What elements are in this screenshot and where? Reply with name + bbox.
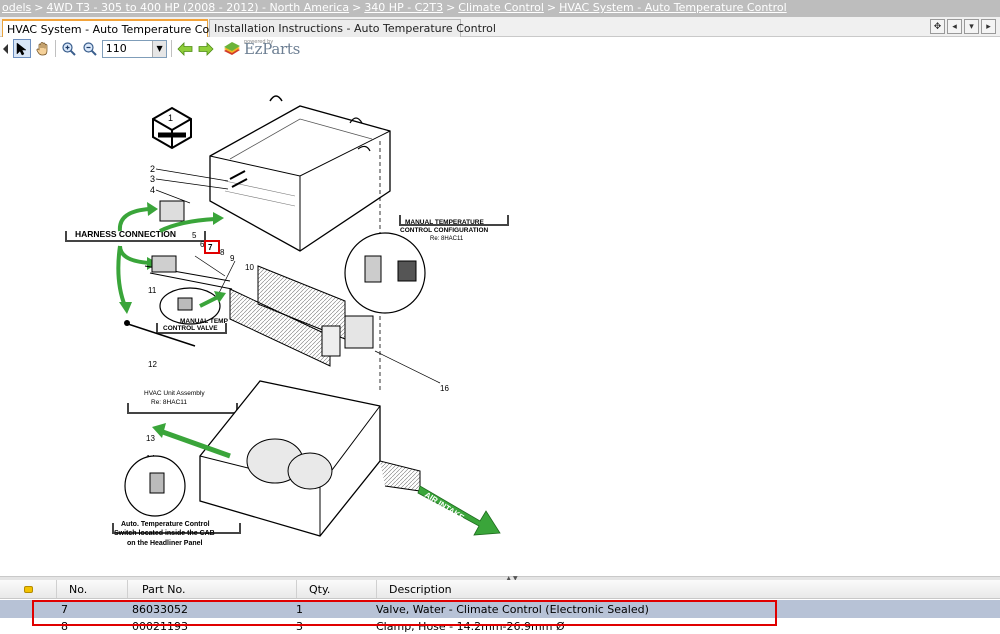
manual-config-label-line2: CONTROL CONFIGURATION bbox=[400, 227, 489, 234]
manual-valve-label-line1: MANUAL TEMP bbox=[180, 318, 229, 325]
callout-number-7[interactable]: 7 bbox=[208, 243, 213, 252]
zoom-out-button[interactable] bbox=[81, 39, 99, 58]
ezparts-powered-by: powered by bbox=[243, 38, 274, 45]
chevron-right-icon[interactable]: ▸ bbox=[981, 19, 996, 34]
cell-no: 8 bbox=[61, 619, 68, 633]
zoom-in-button[interactable] bbox=[60, 39, 78, 58]
breadcrumb-link-4wd-t3[interactable]: 4WD T3 - 305 to 400 HP (2008 - 2012) - N… bbox=[47, 1, 350, 14]
tab-hvac-system[interactable]: HVAC System - Auto Temperature Control bbox=[2, 19, 235, 37]
tab-installation-instructions[interactable]: Installation Instructions - Auto Tempera… bbox=[209, 19, 496, 37]
water-valve-part bbox=[151, 255, 177, 273]
parts-diagram[interactable]: 1 2 3 4 HARNESS CONNECTION 5 6 7 8 9 10 … bbox=[0, 61, 1000, 576]
air-intake-arrow-icon: AIR INTAKE bbox=[417, 485, 501, 536]
connector-part bbox=[159, 200, 185, 222]
exploded-view-drawing: 1 2 3 4 HARNESS CONNECTION 5 6 7 8 9 10 … bbox=[65, 95, 509, 547]
hand-icon bbox=[36, 41, 48, 55]
parts-table: No. Part No. Qty. Description 7 86033052… bbox=[0, 580, 1000, 634]
table-row[interactable]: 8 00021193 3 Clamp, Hose - 14.2mm-26.9mm… bbox=[0, 618, 1000, 634]
toolbar-scroll-left-icon[interactable] bbox=[2, 39, 10, 58]
callout-number-4[interactable]: 4 bbox=[150, 185, 155, 195]
viewer-toolbar: 110 ▼ powered by EzParts bbox=[0, 37, 300, 60]
arrow-right-icon bbox=[198, 41, 214, 56]
zoom-level-value: 110 bbox=[105, 41, 127, 55]
toolbar-divider bbox=[55, 40, 57, 57]
previous-page-button[interactable] bbox=[176, 39, 194, 58]
breadcrumb-link-climate-control[interactable]: Climate Control bbox=[458, 1, 544, 14]
assembly-cube-icon: 1 bbox=[152, 106, 192, 150]
cell-part-no: 86033052 bbox=[132, 602, 188, 616]
callout-number-16[interactable]: 16 bbox=[440, 384, 449, 393]
cell-description: Valve, Water - Climate Control (Electron… bbox=[376, 602, 649, 616]
flag-icon bbox=[23, 585, 33, 593]
breadcrumb-link-models[interactable]: odels bbox=[2, 1, 31, 14]
pan-hand-button[interactable] bbox=[34, 39, 52, 58]
cursor-arrow-icon bbox=[16, 41, 27, 55]
manual-config-label-line3: Re: 8HAC11 bbox=[430, 236, 464, 242]
cell-part-no: 00021193 bbox=[132, 619, 188, 633]
callout-number-3[interactable]: 3 bbox=[150, 174, 155, 184]
air-intake-label: AIR INTAKE bbox=[423, 490, 466, 523]
hvac-unit-drawing bbox=[199, 380, 421, 537]
switch-label-line3: on the Headliner Panel bbox=[127, 540, 203, 547]
zoom-out-icon bbox=[83, 41, 97, 56]
chevron-left-icon[interactable]: ◂ bbox=[947, 19, 962, 34]
callout-number-8[interactable]: 8 bbox=[220, 248, 225, 257]
zoom-in-icon bbox=[62, 41, 76, 56]
zoom-level-select[interactable]: 110 ▼ bbox=[101, 39, 168, 58]
tab-controls: ✥ ◂ ▾ ▸ bbox=[930, 19, 996, 34]
breadcrumb-separator: > bbox=[34, 1, 44, 14]
column-header-qty[interactable]: Qty. bbox=[297, 580, 377, 598]
cell-description: Clamp, Hose - 14.2mm-26.9mm Ø bbox=[376, 619, 565, 633]
chevron-down-icon: ▼ bbox=[152, 40, 167, 57]
hvac-unit-label-line2: Re: 8HAC11 bbox=[151, 399, 187, 406]
breadcrumb-separator: > bbox=[352, 1, 362, 14]
ezparts-logo: powered by EzParts bbox=[222, 38, 300, 58]
callout-number-13[interactable]: 13 bbox=[146, 434, 155, 443]
callout-number-10[interactable]: 10 bbox=[245, 263, 254, 272]
callout-number-11[interactable]: 11 bbox=[148, 286, 157, 295]
switch-label-line2: Switch located inside the CAB bbox=[114, 530, 215, 537]
column-header-description[interactable]: Description bbox=[377, 580, 1000, 598]
callout-number-2[interactable]: 2 bbox=[150, 164, 155, 174]
callout-number-1[interactable]: 1 bbox=[168, 113, 173, 123]
arrow-left-icon bbox=[177, 41, 193, 56]
table-header: No. Part No. Qty. Description bbox=[0, 580, 1000, 599]
manual-valve-label-line2: CONTROL VALVE bbox=[163, 325, 218, 332]
breadcrumb-separator: > bbox=[446, 1, 456, 14]
column-header-no[interactable]: No. bbox=[57, 580, 128, 598]
switch-label-line1: Auto. Temperature Control bbox=[121, 521, 210, 528]
breadcrumb: odels >4WD T3 - 305 to 400 HP (2008 - 201… bbox=[0, 0, 1000, 17]
ezparts-logo-icon bbox=[223, 41, 240, 55]
breadcrumb-separator: > bbox=[546, 1, 557, 14]
hvac-unit-label-line1: HVAC Unit Assembly bbox=[144, 390, 205, 397]
callout-number-5[interactable]: 5 bbox=[192, 231, 197, 240]
cell-no: 7 bbox=[61, 602, 68, 616]
breadcrumb-link-340hp[interactable]: 340 HP - C2T3 bbox=[364, 1, 443, 14]
breadcrumb-link-hvac-system[interactable]: HVAC System - Auto Temperature Control bbox=[559, 1, 787, 14]
manual-config-label-line1: MANUAL TEMPERATURE bbox=[405, 219, 485, 226]
callout-number-9[interactable]: 9 bbox=[230, 254, 235, 263]
next-page-button[interactable] bbox=[197, 39, 215, 58]
table-row[interactable]: 7 86033052 1 Valve, Water - Climate Cont… bbox=[0, 600, 1000, 618]
chevron-down-icon[interactable]: ▾ bbox=[964, 19, 979, 34]
pin-icon[interactable]: ✥ bbox=[930, 19, 945, 34]
tab-bar: HVAC System - Auto Temperature Control I… bbox=[0, 17, 1000, 37]
callout-number-12[interactable]: 12 bbox=[148, 360, 157, 369]
cell-qty: 3 bbox=[296, 619, 303, 633]
column-status-icon[interactable] bbox=[0, 580, 57, 598]
toolbar-divider bbox=[171, 40, 172, 57]
column-header-part-no[interactable]: Part No. bbox=[128, 580, 297, 598]
select-pointer-button[interactable] bbox=[13, 39, 31, 58]
cell-qty: 1 bbox=[296, 602, 303, 616]
